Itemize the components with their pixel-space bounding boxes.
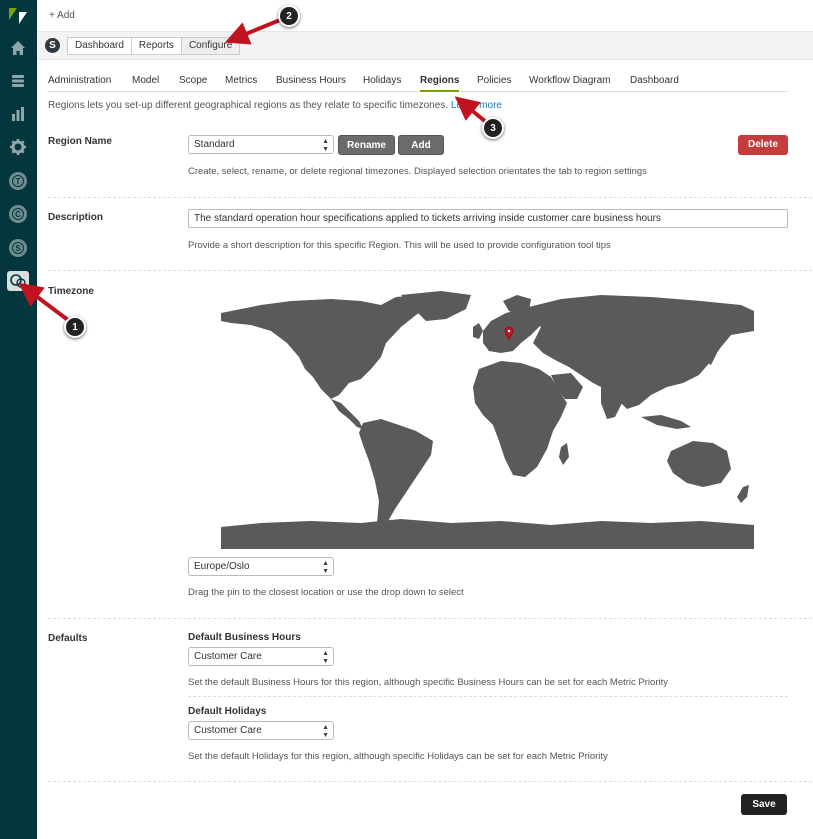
region-select-value: Standard [194, 139, 235, 150]
app-c-letter: C [12, 208, 24, 220]
tab-metrics[interactable]: Metrics [225, 74, 257, 92]
zendesk-logo-icon[interactable] [9, 8, 27, 24]
admin-gear-icon[interactable] [8, 137, 28, 157]
add-region-button[interactable]: Add [398, 135, 444, 155]
tab-workflow-diagram[interactable]: Workflow Diagram [529, 74, 611, 92]
description-label: Description [48, 212, 104, 223]
tab-scope[interactable]: Scope [179, 74, 207, 92]
tab-regions[interactable]: Regions [420, 74, 460, 92]
tab-dashboard[interactable]: Dashboard [630, 74, 679, 92]
delete-button[interactable]: Delete [738, 135, 788, 155]
timezone-help: Drag the pin to the closest location or … [188, 587, 464, 598]
top-bar: + Add [37, 0, 813, 31]
default-business-hours-select[interactable]: Customer Care ▲ ▼ [188, 647, 334, 666]
sla-app-icon[interactable] [7, 271, 29, 291]
intro-text: Regions lets you set-up different geogra… [48, 100, 502, 111]
app-t-letter: T [12, 175, 24, 187]
app-s-icon[interactable]: S [9, 239, 27, 257]
tab-holidays[interactable]: Holidays [363, 74, 401, 92]
app-s-letter: S [12, 242, 24, 254]
default-business-hours-help: Set the default Business Hours for this … [188, 677, 668, 688]
views-icon[interactable] [8, 71, 28, 91]
description-input[interactable]: The standard operation hour specificatio… [188, 209, 788, 228]
timezone-select[interactable]: Europe/Oslo ▲ ▼ [188, 557, 334, 576]
timezone-world-map[interactable] [221, 291, 754, 549]
left-sidebar: T C S [0, 0, 37, 839]
divider [48, 781, 812, 782]
select-arrows-icon: ▲ ▼ [322, 724, 329, 739]
config-tabs: Administration Model Scope Metrics Busin… [48, 74, 788, 92]
world-map-graphic [221, 291, 754, 549]
select-arrows-icon: ▲ ▼ [322, 138, 329, 153]
callout-3: 3 [482, 117, 504, 139]
default-business-hours-label: Default Business Hours [188, 632, 301, 643]
defaults-label: Defaults [48, 633, 88, 644]
default-business-hours-value: Customer Care [194, 651, 262, 662]
timezone-select-value: Europe/Oslo [194, 561, 250, 572]
app-tab-dashboard[interactable]: Dashboard [67, 37, 132, 55]
tab-administration[interactable]: Administration [48, 74, 111, 92]
tab-policies[interactable]: Policies [477, 74, 511, 92]
intro-description: Regions lets you set-up different geogra… [48, 100, 449, 111]
default-holidays-select[interactable]: Customer Care ▲ ▼ [188, 721, 334, 740]
description-help: Provide a short description for this spe… [188, 240, 611, 251]
select-arrows-icon: ▲ ▼ [322, 560, 329, 575]
region-name-help: Create, select, rename, or delete region… [188, 166, 647, 177]
app-logo-icon: S [45, 38, 60, 53]
add-button[interactable]: + Add [49, 10, 75, 21]
region-select[interactable]: Standard ▲ ▼ [188, 135, 334, 154]
app-t-icon[interactable]: T [9, 172, 27, 190]
divider [48, 197, 812, 198]
rename-button[interactable]: Rename [338, 135, 395, 155]
save-button[interactable]: Save [741, 794, 787, 815]
reporting-icon[interactable] [8, 104, 28, 124]
callout-2: 2 [278, 5, 300, 27]
app-c-icon[interactable]: C [9, 205, 27, 223]
home-icon[interactable] [8, 38, 28, 58]
app-bar: S Dashboard Reports Configure [37, 31, 813, 60]
default-holidays-help: Set the default Holidays for this region… [188, 751, 608, 762]
app-tab-reports[interactable]: Reports [130, 37, 182, 55]
tab-business-hours[interactable]: Business Hours [276, 74, 346, 92]
divider [48, 270, 812, 271]
region-name-label: Region Name [48, 136, 112, 147]
tab-model[interactable]: Model [132, 74, 159, 92]
app-tab-configure[interactable]: Configure [180, 37, 241, 55]
divider [188, 696, 788, 697]
default-holidays-value: Customer Care [194, 725, 262, 736]
callout-1: 1 [64, 316, 86, 338]
default-holidays-label: Default Holidays [188, 706, 267, 717]
select-arrows-icon: ▲ ▼ [322, 650, 329, 665]
divider [48, 618, 812, 619]
timezone-label: Timezone [48, 286, 94, 297]
learn-more-link[interactable]: Learn more [451, 100, 502, 111]
app-tabs: Dashboard Reports Configure [67, 37, 241, 55]
